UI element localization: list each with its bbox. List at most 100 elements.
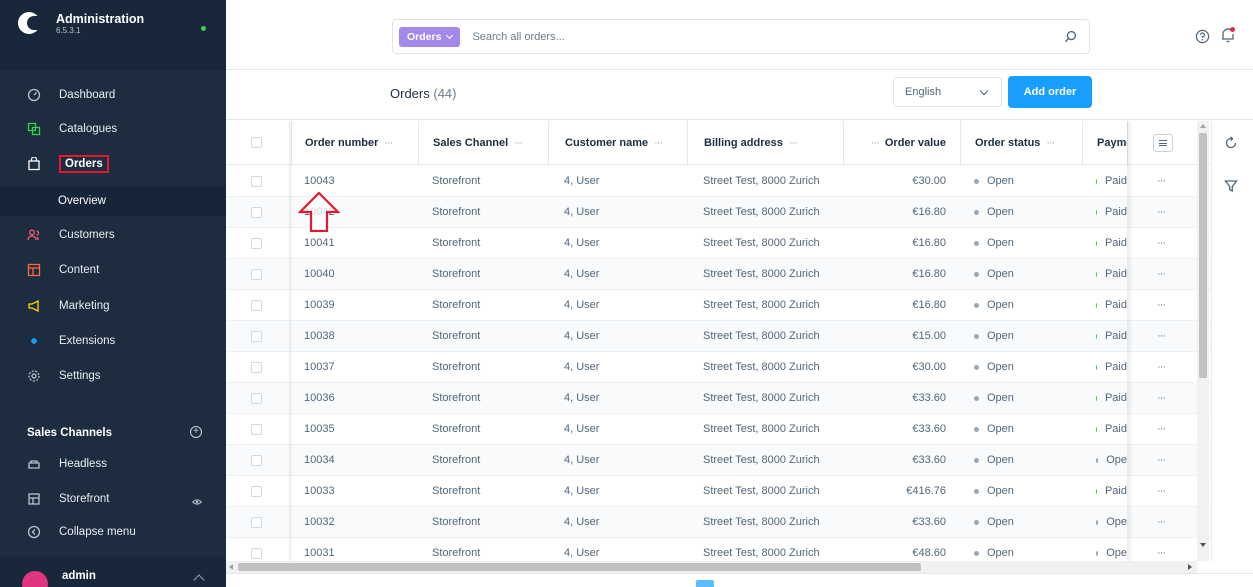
column-menu-icon[interactable]: ··· <box>789 137 798 149</box>
row-actions-icon[interactable]: ··· <box>1157 547 1166 559</box>
cell-order-number[interactable]: 10031 <box>291 538 418 561</box>
row-actions-icon[interactable]: ··· <box>1157 423 1166 435</box>
sidebar-item-extensions[interactable]: Extensions <box>0 330 226 352</box>
add-sales-channel-icon[interactable]: + <box>190 426 202 438</box>
row-checkbox[interactable] <box>251 423 262 435</box>
language-select[interactable]: English <box>893 77 1002 107</box>
row-checkbox[interactable] <box>251 392 262 404</box>
smart-bar: Orders (44) English Add order <box>226 70 1253 120</box>
cell-order-number[interactable]: 10034 <box>291 445 418 475</box>
search-icon[interactable] <box>1064 30 1077 46</box>
sidebar-item-dashboard[interactable]: Dashboard <box>0 84 226 106</box>
row-select-cell <box>251 321 291 351</box>
cell-order-number[interactable]: 10037 <box>291 352 418 382</box>
row-actions-icon[interactable]: ··· <box>1157 330 1166 342</box>
help-icon[interactable] <box>1195 29 1210 47</box>
sidebar-subitem-overview[interactable]: Overview <box>0 186 226 216</box>
cell-payment-status: Ope <box>1082 538 1127 561</box>
table-row[interactable]: 10031 Storefront 4, User Street Test, 8000 … <box>226 538 1211 561</box>
row-checkbox[interactable] <box>251 299 262 311</box>
row-checkbox[interactable] <box>251 547 262 559</box>
column-menu-icon[interactable]: ··· <box>514 137 523 149</box>
table-row[interactable]: 10034 Storefront 4, User Street Test, 8000 … <box>226 445 1211 476</box>
scroll-left-icon[interactable] <box>229 564 233 570</box>
column-menu-icon[interactable]: ··· <box>871 137 880 149</box>
row-actions-icon[interactable]: ··· <box>1157 485 1166 497</box>
column-settings-icon[interactable] <box>1153 133 1173 152</box>
row-checkbox[interactable] <box>251 361 262 373</box>
sidebar-item-headless[interactable]: Headless <box>0 453 226 475</box>
row-checkbox[interactable] <box>251 175 262 187</box>
scroll-right-icon[interactable] <box>1188 564 1192 570</box>
table-row[interactable]: 10039 Storefront 4, User Street Test, 8000 … <box>226 290 1211 321</box>
row-actions-icon[interactable]: ··· <box>1157 361 1166 373</box>
vertical-scroll-thumb[interactable] <box>1199 133 1207 378</box>
vertical-scrollbar[interactable] <box>1197 121 1209 561</box>
scroll-up-icon[interactable] <box>1200 124 1206 128</box>
table-row[interactable]: 10037 Storefront 4, User Street Test, 8000 … <box>226 352 1211 383</box>
row-actions-icon[interactable]: ··· <box>1157 206 1166 218</box>
table-row[interactable]: 10042Storefront4, UserStreet Test, 8000 … <box>226 197 1211 228</box>
shopware-logo-icon[interactable] <box>18 12 40 34</box>
sidebar-item-marketing[interactable]: Marketing <box>0 295 226 317</box>
table-row[interactable]: 10032 Storefront 4, User Street Test, 8000 … <box>226 507 1211 538</box>
add-order-button[interactable]: Add order <box>1008 76 1092 108</box>
column-header-sales-channel[interactable]: Sales Channel ··· <box>418 121 548 164</box>
scroll-down-icon[interactable] <box>1200 543 1206 547</box>
sidebar-item-content[interactable]: Content <box>0 259 226 281</box>
row-actions-icon[interactable]: ··· <box>1157 268 1166 280</box>
row-actions-icon[interactable]: ··· <box>1157 237 1166 249</box>
filter-icon[interactable] <box>1224 179 1238 196</box>
cell-order-number[interactable]: 10032 <box>291 507 418 537</box>
column-header-order-status[interactable]: Order status ··· <box>960 121 1082 164</box>
row-checkbox[interactable] <box>251 485 262 497</box>
table-row[interactable]: 10041 Storefront 4, User Street Test, 8000 … <box>226 228 1211 259</box>
row-actions-icon[interactable]: ··· <box>1157 392 1166 404</box>
horizontal-scroll-thumb[interactable] <box>238 563 921 571</box>
row-actions-icon[interactable]: ··· <box>1157 454 1166 466</box>
column-menu-icon[interactable]: ··· <box>654 137 663 149</box>
column-menu-icon[interactable]: ··· <box>1046 137 1055 149</box>
column-menu-icon[interactable]: ··· <box>384 137 393 149</box>
cell-order-number[interactable]: 10035 <box>291 414 418 444</box>
sidebar-item-catalogues[interactable]: Catalogues <box>0 118 226 140</box>
row-checkbox[interactable] <box>251 237 262 249</box>
row-checkbox[interactable] <box>251 268 262 280</box>
column-header-customer-name[interactable]: Customer name ··· <box>548 121 687 164</box>
row-checkbox[interactable] <box>251 206 262 218</box>
row-checkbox[interactable] <box>251 454 262 466</box>
collapse-menu-button[interactable]: Collapse menu <box>0 521 226 543</box>
cell-order-number[interactable]: 10033 <box>291 476 418 506</box>
horizontal-scrollbar[interactable] <box>226 561 1197 573</box>
search-input[interactable] <box>472 30 1033 43</box>
sidebar-item-orders[interactable]: Orders <box>0 153 226 175</box>
row-checkbox[interactable] <box>251 330 262 342</box>
column-header-order-number[interactable]: Order number ··· <box>291 121 418 164</box>
cell-order-number[interactable]: 10040 <box>291 259 418 289</box>
cell-order-number[interactable]: 10039 <box>291 290 418 320</box>
column-header-payment-status[interactable]: Payme <box>1082 121 1127 164</box>
table-row[interactable]: 10038 Storefront 4, User Street Test, 8000 … <box>226 321 1211 352</box>
refresh-icon[interactable] <box>1224 136 1238 153</box>
row-checkbox[interactable] <box>251 516 262 528</box>
table-row[interactable]: 10043 Storefront 4, User Street Test, 8000 … <box>226 166 1211 197</box>
cell-order-number[interactable]: 10038 <box>291 321 418 351</box>
cell-order-number[interactable]: 10036 <box>291 383 418 413</box>
table-row[interactable]: 10033 Storefront 4, User Street Test, 8000 … <box>226 476 1211 507</box>
row-actions-icon[interactable]: ··· <box>1157 516 1166 528</box>
column-header-billing-address[interactable]: Billing address ··· <box>687 121 843 164</box>
table-row[interactable]: 10036 Storefront 4, User Street Test, 8000 … <box>226 383 1211 414</box>
select-all-checkbox[interactable] <box>251 137 262 148</box>
sidebar-item-settings[interactable]: Settings <box>0 365 226 387</box>
sidebar-item-customers[interactable]: Customers <box>0 224 226 246</box>
column-header-order-value[interactable]: ··· Order value <box>843 121 960 164</box>
table-row[interactable]: 10035 Storefront 4, User Street Test, 8000 … <box>226 414 1211 445</box>
row-actions-icon[interactable]: ··· <box>1157 299 1166 311</box>
pagination-control[interactable] <box>696 580 714 587</box>
row-actions-icon[interactable]: ··· <box>1157 175 1166 187</box>
search-type-selector[interactable]: Orders <box>399 26 461 47</box>
table-row[interactable]: 10040 Storefront 4, User Street Test, 8000 … <box>226 259 1211 290</box>
bell-icon[interactable] <box>1220 26 1236 47</box>
eye-icon[interactable] <box>192 496 202 510</box>
cell-billing-address: Street Test, 8000 Zurich <box>687 476 843 506</box>
